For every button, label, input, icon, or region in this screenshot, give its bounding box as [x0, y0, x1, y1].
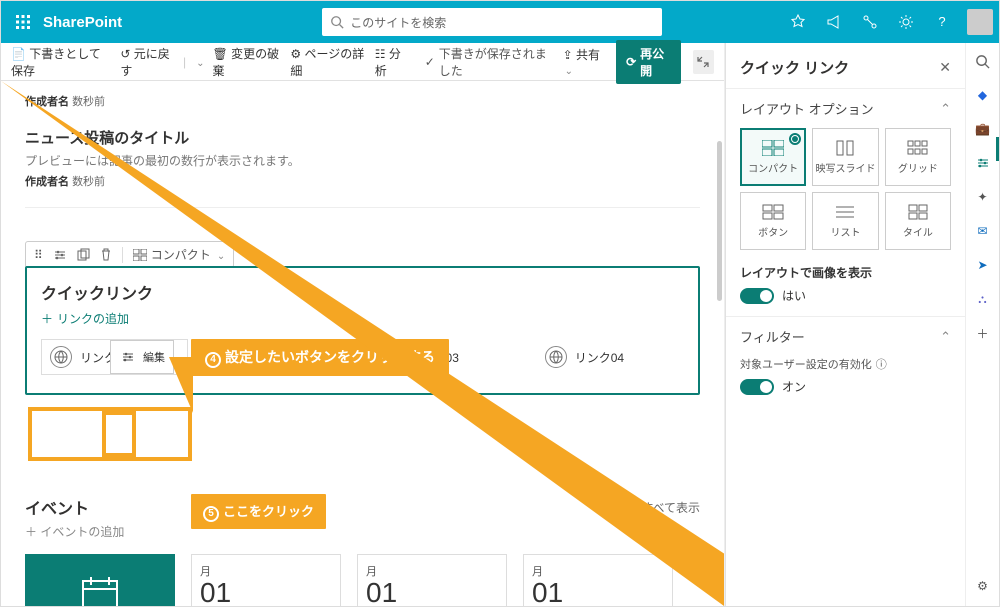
layout-option-grid[interactable]: グリッド — [885, 128, 951, 186]
rail-active-indicator — [996, 137, 999, 161]
audience-targeting-label: 対象ユーザー設定の有効化 ⓘ — [740, 356, 951, 372]
divider — [25, 207, 700, 208]
layout-option-filmstrip[interactable]: 映写スライド — [812, 128, 878, 186]
scrollbar-thumb[interactable] — [717, 141, 722, 301]
collapse-icon[interactable] — [693, 50, 714, 74]
properties-pane: クイック リンク✕ レイアウト オプション⌃ コンパクト 映写スライド グリッド… — [725, 43, 965, 606]
page-author-meta: 作成者名 数秒前 — [25, 93, 700, 109]
show-image-toggle[interactable] — [740, 288, 774, 304]
quicklinks-title[interactable]: クイックリンク — [41, 280, 684, 304]
webpart-toolbar: ⠿ コンパクト — [25, 241, 234, 268]
calendar-add-icon — [79, 575, 121, 606]
pane-title: クイック リンク✕ — [740, 57, 951, 78]
show-image-label: レイアウトで画像を表示 — [740, 264, 951, 281]
compact-layout-icon — [133, 249, 147, 261]
add-event-button[interactable]: ＋ イベントの追加 — [25, 523, 700, 540]
layout-option-button[interactable]: ボタン — [740, 192, 806, 250]
page-details-button[interactable]: ⚙ ページの詳細 — [290, 45, 366, 79]
drag-handle-icon[interactable]: ⠿ — [34, 248, 43, 262]
undo-button[interactable]: ↺ 元に戻す — [120, 45, 175, 79]
help-icon[interactable]: ? — [925, 6, 959, 38]
tutorial-callout-5: 5ここをクリック — [191, 494, 326, 529]
undo-chevron-icon[interactable] — [194, 55, 204, 69]
search-box[interactable]: このサイトを検索 — [322, 8, 662, 36]
rail-send-icon[interactable]: ➤ — [973, 255, 993, 275]
duplicate-icon[interactable] — [77, 248, 90, 261]
quicklink-item[interactable]: リンク04 — [537, 339, 684, 375]
globe-icon — [50, 346, 72, 368]
user-avatar[interactable] — [967, 9, 993, 35]
delete-icon[interactable] — [100, 248, 112, 261]
premium-icon[interactable] — [781, 6, 815, 38]
audience-toggle[interactable] — [740, 379, 774, 395]
quicklink-label: リンク04 — [575, 349, 624, 366]
settings-icon[interactable] — [889, 6, 923, 38]
rail-sliders-icon[interactable] — [973, 153, 993, 173]
rail-magic-icon[interactable]: ✦ — [973, 187, 993, 207]
rail-outlook-icon[interactable]: ✉ — [973, 221, 993, 241]
edit-webpart-icon[interactable] — [53, 248, 67, 262]
suite-header: SharePoint このサイトを検索 ? — [1, 1, 999, 43]
info-icon[interactable]: ⓘ — [876, 356, 887, 372]
megaphone-icon[interactable] — [817, 6, 851, 38]
rail-briefcase-icon[interactable]: 💼 — [973, 119, 993, 139]
saved-status: ✓ 下書きが保存されました — [425, 45, 555, 79]
svg-text:?: ? — [938, 14, 945, 29]
layout-section-header[interactable]: レイアウト オプション⌃ — [740, 99, 951, 118]
event-card[interactable]: 月01 — [357, 554, 507, 606]
share-button[interactable]: ⇪ 共有 — [563, 46, 608, 77]
app-name[interactable]: SharePoint — [43, 14, 122, 31]
rail-teams-icon[interactable]: ⛬ — [973, 289, 993, 309]
app-launcher-icon[interactable] — [7, 6, 39, 38]
analytics-button[interactable]: ☷ 分析 — [375, 45, 409, 79]
rail-copilot-icon[interactable]: ◆ — [973, 85, 993, 105]
connector-icon[interactable] — [853, 6, 887, 38]
republish-button[interactable]: ⟳ 再公開 — [616, 40, 681, 84]
rail-add-icon[interactable]: ＋ — [973, 323, 993, 343]
command-bar: 📄 下書きとして保存 ↺ 元に戻す | 🗑 変更の破棄 ⚙ ページの詳細 ☷ 分… — [1, 43, 724, 81]
close-pane-icon[interactable]: ✕ — [939, 59, 951, 76]
news-title[interactable]: ニュース投稿のタイトル — [25, 127, 700, 148]
event-card[interactable] — [25, 554, 175, 606]
layout-option-compact[interactable]: コンパクト — [740, 128, 806, 186]
event-card[interactable]: 月01 — [191, 554, 341, 606]
callout-pointer — [169, 357, 193, 413]
quicklink-item[interactable]: リンク 編集 — [41, 339, 188, 375]
app-rail: ◆ 💼 ✦ ✉ ➤ ⛬ ＋ ⚙ — [965, 43, 999, 606]
filter-section-header[interactable]: フィルター⌃ — [740, 327, 951, 346]
rail-search-icon[interactable] — [973, 51, 993, 71]
page-canvas: 作成者名 数秒前 ニュース投稿のタイトル プレビューには記事の最初の数行が表示さ… — [1, 81, 724, 606]
tutorial-highlight-box — [102, 411, 136, 457]
callout-pointer — [25, 395, 67, 445]
link-edit-toolbar: 編集 — [110, 340, 174, 374]
search-placeholder: このサイトを検索 — [350, 14, 446, 31]
events-title[interactable]: イベント — [25, 495, 89, 519]
globe-icon — [545, 346, 567, 368]
rail-settings-icon[interactable]: ⚙ — [973, 576, 993, 596]
layout-option-tile[interactable]: タイル — [885, 192, 951, 250]
layout-option-list[interactable]: リスト — [812, 192, 878, 250]
save-draft-button[interactable]: 📄 下書きとして保存 — [11, 45, 112, 79]
layout-dropdown[interactable]: コンパクト — [133, 246, 225, 263]
link-edit-label[interactable]: 編集 — [143, 349, 165, 365]
search-icon — [330, 15, 344, 29]
news-author-meta: 作成者名 数秒前 — [25, 173, 700, 189]
link-settings-icon[interactable] — [119, 348, 137, 366]
discard-button[interactable]: 🗑 変更の破棄 — [212, 45, 282, 79]
event-card[interactable]: 月01 — [523, 554, 673, 606]
